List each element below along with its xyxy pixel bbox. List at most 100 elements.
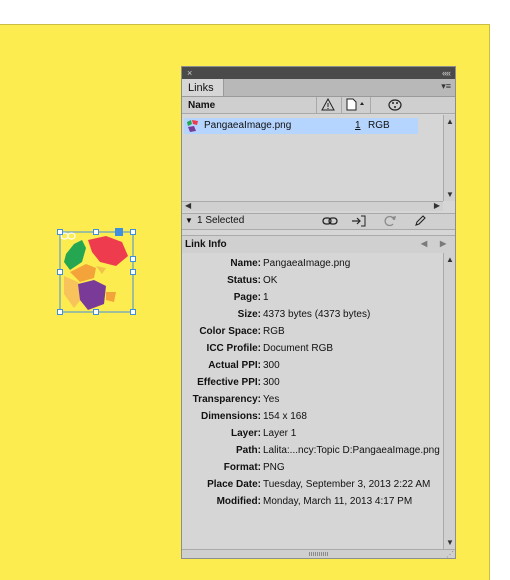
panel-tabbar: Links ▾≡	[182, 79, 455, 97]
resize-corner-icon[interactable]: ⋰	[446, 550, 454, 559]
info-label: Actual PPI:	[208, 360, 261, 371]
resize-handle-left[interactable]	[57, 269, 63, 275]
info-row-format: Format: PNG	[182, 462, 443, 479]
scroll-up-icon[interactable]: ▲	[445, 255, 455, 264]
info-value: Tuesday, September 3, 2013 2:22 AM	[263, 479, 431, 490]
info-label: Status:	[227, 275, 261, 286]
info-row-icc-profile: ICC Profile: Document RGB	[182, 343, 443, 360]
info-value: Layer 1	[263, 428, 297, 439]
info-row-page: Page: 1	[182, 292, 443, 309]
info-value: 154 x 168	[263, 411, 307, 422]
info-row-size: Size: 4373 bytes (4373 bytes)	[182, 309, 443, 326]
disclosure-triangle-icon[interactable]: ▼	[185, 216, 193, 225]
info-label: Name:	[230, 258, 261, 269]
resize-handle-top-right[interactable]	[130, 229, 136, 235]
info-label: Modified:	[216, 496, 261, 507]
info-value: PangaeaImage.png	[263, 258, 351, 269]
info-vertical-scrollbar[interactable]: ▲ ▼	[443, 253, 455, 549]
info-value: OK	[263, 275, 278, 286]
pangaea-image	[59, 231, 134, 313]
relink-icon[interactable]	[322, 215, 338, 230]
info-value: 300	[263, 360, 280, 371]
info-label: Size:	[237, 309, 261, 320]
resize-handle-right-lower[interactable]	[130, 269, 136, 275]
image-thumbnail-icon	[186, 119, 200, 139]
info-label: ICC Profile:	[206, 343, 261, 354]
column-separator	[370, 97, 371, 113]
info-row-modified: Modified: Monday, March 11, 2013 4:17 PM	[182, 496, 443, 513]
scroll-right-icon[interactable]: ▶	[434, 201, 440, 210]
info-label: Dimensions:	[200, 411, 261, 422]
info-value: Document RGB	[263, 343, 334, 354]
info-value: Yes	[263, 394, 280, 405]
link-info-title: Link Info	[185, 239, 227, 250]
column-separator	[341, 97, 342, 113]
info-label: Effective PPI:	[197, 377, 261, 388]
next-link-icon[interactable]: ▶	[440, 239, 446, 248]
page-icon[interactable]	[346, 98, 366, 114]
info-value: 4373 bytes (4373 bytes)	[263, 309, 371, 320]
scroll-up-icon[interactable]: ▲	[445, 117, 455, 126]
selection-count: 1 Selected	[197, 215, 245, 226]
scroll-left-icon[interactable]: ◀	[185, 201, 191, 210]
info-value: RGB	[263, 326, 285, 337]
collapse-icon[interactable]: ««	[442, 67, 451, 79]
info-label: Layer:	[230, 428, 261, 439]
previous-link-icon[interactable]: ◀	[421, 239, 427, 248]
scroll-down-icon[interactable]: ▼	[445, 190, 455, 199]
resize-handle-bottom[interactable]	[93, 309, 99, 315]
info-row-effective-ppi: Effective PPI: 300	[182, 377, 443, 394]
info-row-color-space: Color Space: RGB	[182, 326, 443, 343]
info-row-transparency: Transparency: Yes	[182, 394, 443, 411]
link-color-space: RGB	[368, 120, 390, 131]
resize-handle-bottom-left[interactable]	[57, 309, 63, 315]
links-vertical-scrollbar[interactable]: ▲ ▼	[443, 115, 455, 201]
column-separator	[316, 97, 317, 113]
content-grabber[interactable]	[115, 228, 123, 236]
close-icon[interactable]: ×	[187, 67, 192, 79]
info-value: PNG	[263, 462, 285, 473]
goto-link-icon[interactable]	[351, 215, 367, 230]
placed-image-frame[interactable]	[57, 228, 136, 315]
link-info-header[interactable]: Link Info ◀ ▶	[182, 235, 455, 254]
info-row-layer: Layer: Layer 1	[182, 428, 443, 445]
info-value: 1	[263, 292, 269, 303]
palette-icon[interactable]	[388, 99, 402, 114]
tab-links[interactable]: Links	[182, 79, 224, 96]
info-value: 300	[263, 377, 280, 388]
resize-handle-top-left[interactable]	[57, 229, 63, 235]
resize-handle-top[interactable]	[93, 229, 99, 235]
info-label: Format:	[223, 462, 261, 473]
info-row-actual-ppi: Actual PPI: 300	[182, 360, 443, 377]
info-value: Lalita:...ncy:Topic D:PangaeaImage.png	[263, 445, 440, 456]
links-list[interactable]: PangaeaImage.png 1 RGB	[182, 115, 443, 201]
resize-grip-icon[interactable]	[309, 552, 329, 556]
links-status-bar: ▼ 1 Selected	[182, 213, 455, 230]
edit-original-icon[interactable]	[414, 215, 426, 230]
links-panel: × «« Links ▾≡ Name PangaeaImage.png 1 RG…	[181, 66, 456, 559]
info-label: Page:	[233, 292, 261, 303]
link-filename: PangaeaImage.png	[204, 120, 292, 131]
info-label: Place Date:	[207, 479, 261, 490]
resize-handle-right[interactable]	[130, 256, 136, 262]
info-label: Color Space:	[199, 326, 261, 337]
warning-icon[interactable]	[321, 97, 335, 114]
info-row-place-date: Place Date: Tuesday, September 3, 2013 2:…	[182, 479, 443, 496]
links-horizontal-scrollbar[interactable]: ◀ ▶	[182, 201, 443, 211]
link-page-number[interactable]: 1	[355, 118, 361, 134]
panel-menu-icon[interactable]: ▾≡	[441, 81, 451, 92]
info-label: Transparency:	[192, 394, 261, 405]
info-row-dimensions: Dimensions: 154 x 168	[182, 411, 443, 428]
info-row-name: Name: PangaeaImage.png	[182, 258, 443, 275]
resize-handle-bottom-right[interactable]	[130, 309, 136, 315]
link-info-body: Name: PangaeaImage.png Status: OK Page: 1 S…	[182, 253, 443, 549]
panel-titlebar[interactable]: × ««	[182, 67, 455, 79]
info-value: Monday, March 11, 2013 4:17 PM	[263, 496, 413, 507]
link-row[interactable]: PangaeaImage.png 1 RGB	[184, 118, 418, 134]
scroll-down-icon[interactable]: ▼	[445, 538, 455, 547]
info-row-status: Status: OK	[182, 275, 443, 292]
info-row-path: Path: Lalita:...ncy:Topic D:PangaeaImage.…	[182, 445, 443, 462]
update-link-icon[interactable]	[383, 215, 397, 230]
info-label: Path:	[236, 445, 261, 456]
column-name[interactable]: Name	[188, 100, 215, 111]
